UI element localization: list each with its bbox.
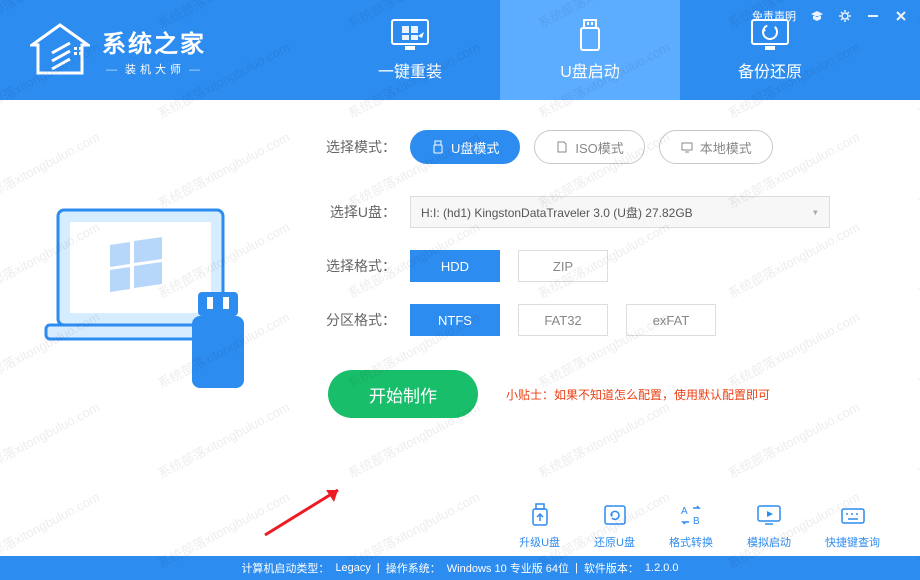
tip-text: 如果不知道怎么配置，使用默认配置即可 (554, 388, 770, 402)
local-icon (680, 140, 694, 154)
laptop-usb-icon (40, 200, 260, 400)
close-icon[interactable] (894, 9, 908, 23)
brand-title: 系统之家 (102, 24, 208, 59)
usb-icon (570, 18, 610, 52)
mode-local-button[interactable]: 本地模式 (659, 130, 773, 164)
iso-icon (555, 140, 569, 154)
tool-upgrade[interactable]: 升级U盘 (519, 502, 560, 550)
sb-os: Windows 10 专业版 64位 (447, 560, 569, 576)
illustration (40, 130, 290, 520)
window-controls: 免责声明 (752, 8, 908, 24)
gear-icon[interactable] (838, 9, 852, 23)
fs-fat32-chip[interactable]: FAT32 (518, 304, 608, 336)
app-header: 系统之家 装机大师 一键重装 U盘启动 备份还原 免责声明 (0, 0, 920, 100)
mode-u-button[interactable]: U盘模式 (410, 130, 520, 164)
restore-usb-icon (601, 502, 629, 528)
house-logo-icon (30, 23, 90, 78)
fs-exfat-chip[interactable]: exFAT (626, 304, 716, 336)
tab-uboot[interactable]: U盘启动 (500, 0, 680, 100)
tip-label: 小贴士： (506, 388, 554, 402)
monitor-icon (390, 18, 430, 52)
convert-icon: AB (677, 502, 705, 528)
action-row: 开始制作 小贴士：如果不知道怎么配置，使用默认配置即可 (318, 370, 880, 418)
udisk-select[interactable]: H:I: (hd1) KingstonDataTraveler 3.0 (U盘)… (410, 196, 830, 228)
footer-tools: 升级U盘 还原U盘 AB 格式转换 模拟启动 快捷键查询 (519, 502, 880, 550)
tab-reinstall[interactable]: 一键重装 (320, 0, 500, 100)
svg-text:A: A (681, 506, 688, 517)
status-bar: 计算机启动类型： Legacy | 操作系统： Windows 10 专业版 6… (0, 556, 920, 580)
sb-boot-label: 计算机启动类型： (241, 560, 329, 576)
udisk-label: 选择U盘： (318, 202, 396, 222)
tab-backup-label: 备份还原 (738, 58, 802, 82)
mode-label: 选择模式： (318, 137, 396, 157)
tool-hotkey[interactable]: 快捷键查询 (825, 502, 880, 550)
fmt-zip-chip[interactable]: ZIP (518, 250, 608, 282)
minimize-icon[interactable] (866, 9, 880, 23)
form-area: 选择模式： U盘模式 ISO模式 本地模式 选择U盘： H:I: (hd1) K… (290, 130, 880, 520)
row-partition: 分区格式： NTFS FAT32 exFAT (318, 304, 880, 336)
tool-convert[interactable]: AB 格式转换 (669, 502, 713, 550)
usb-small-icon (431, 140, 445, 154)
brand-subtitle: 装机大师 (102, 61, 208, 77)
logo-area: 系统之家 装机大师 (0, 23, 320, 78)
mode-iso-button[interactable]: ISO模式 (534, 130, 644, 164)
graduation-icon[interactable] (810, 9, 824, 23)
keyboard-icon (839, 502, 867, 528)
svg-text:B: B (693, 516, 700, 527)
format-label: 选择格式： (318, 256, 396, 276)
content-area: 选择模式： U盘模式 ISO模式 本地模式 选择U盘： H:I: (hd1) K… (0, 100, 920, 520)
row-udisk: 选择U盘： H:I: (hd1) KingstonDataTraveler 3.… (318, 196, 880, 228)
partition-label: 分区格式： (318, 310, 396, 330)
row-format: 选择格式： HDD ZIP (318, 250, 880, 282)
disclaimer-link[interactable]: 免责声明 (752, 8, 796, 24)
tab-reinstall-label: 一键重装 (378, 58, 442, 82)
tip: 小贴士：如果不知道怎么配置，使用默认配置即可 (506, 386, 770, 403)
sb-ver: 1.2.0.0 (645, 562, 679, 574)
tool-simulate[interactable]: 模拟启动 (747, 502, 791, 550)
simulate-icon (755, 502, 783, 528)
fmt-hdd-chip[interactable]: HDD (410, 250, 500, 282)
sb-ver-label: 软件版本： (584, 560, 639, 576)
udisk-value: H:I: (hd1) KingstonDataTraveler 3.0 (U盘)… (421, 204, 693, 221)
row-mode: 选择模式： U盘模式 ISO模式 本地模式 (318, 130, 880, 164)
fs-ntfs-chip[interactable]: NTFS (410, 304, 500, 336)
tool-restore[interactable]: 还原U盘 (594, 502, 635, 550)
upgrade-icon (526, 502, 554, 528)
sb-boot: Legacy (335, 562, 370, 574)
start-button[interactable]: 开始制作 (328, 370, 478, 418)
tab-uboot-label: U盘启动 (560, 58, 620, 82)
sb-os-label: 操作系统： (386, 560, 441, 576)
